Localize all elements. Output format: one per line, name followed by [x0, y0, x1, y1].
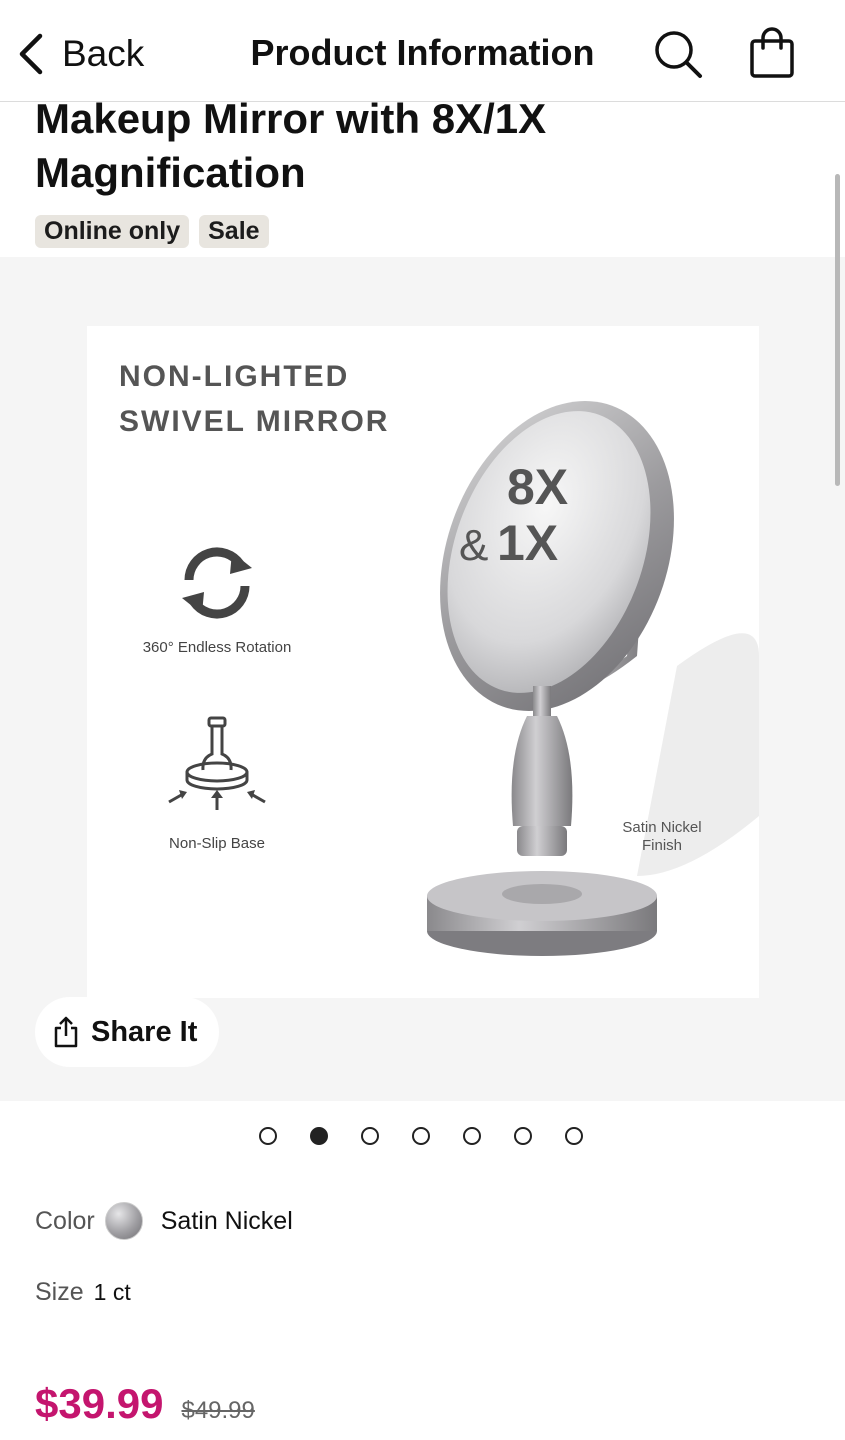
feature-rotation: 360° Endless Rotation	[127, 538, 307, 656]
shopping-bag-icon[interactable]	[747, 26, 797, 80]
finish-line-2: Finish	[641, 837, 682, 854]
product-title: Makeup Mirror with 8X/1X Magnification	[35, 95, 547, 196]
carousel-dot[interactable]	[514, 1127, 532, 1145]
non-slip-base-icon	[168, 716, 266, 810]
scrollbar-thumb[interactable]	[835, 174, 840, 486]
back-label: Back	[62, 33, 145, 74]
search-icon[interactable]	[652, 28, 704, 80]
online-only-badge: Online only	[35, 215, 190, 248]
mag-amp-text: &	[459, 521, 488, 570]
carousel-dot[interactable]	[361, 1127, 379, 1145]
swivel-mirror-illustration: 8X & 1X	[427, 401, 759, 956]
carousel-dot[interactable]	[565, 1127, 583, 1145]
headline-line-1: NON-LIGHTED	[119, 360, 350, 393]
badge-group: Online only Sale	[35, 215, 269, 248]
image-gallery[interactable]: NON-LIGHTED SWIVEL MIRROR 360° Endless R…	[0, 257, 845, 1101]
color-label: Color	[35, 1206, 95, 1235]
image-headline: NON-LIGHTED SWIVEL MIRROR	[119, 354, 389, 444]
carousel-dot[interactable]	[412, 1127, 430, 1145]
carousel-pagination	[259, 1127, 583, 1145]
finish-line-1: Satin Nickel	[622, 819, 702, 836]
scrollbar[interactable]	[835, 170, 841, 1370]
sale-price: $39.99	[35, 1380, 164, 1427]
share-icon	[54, 1016, 78, 1048]
page-title: Product Information	[250, 32, 595, 73]
top-nav-bar: Back Product Information	[0, 0, 845, 102]
carousel-dot[interactable]	[259, 1127, 277, 1145]
carousel-dot[interactable]	[310, 1127, 328, 1145]
non-slip-label: Non-Slip Base	[169, 835, 265, 852]
back-button[interactable]: Back	[14, 28, 144, 80]
headline-line-2: SWIVEL MIRROR	[119, 405, 390, 438]
chevron-left-icon	[19, 33, 43, 75]
share-label: Share It	[91, 1015, 198, 1048]
product-image: NON-LIGHTED SWIVEL MIRROR 360° Endless R…	[87, 326, 759, 998]
mag-top-text: 8X	[507, 459, 568, 515]
carousel-dot[interactable]	[463, 1127, 481, 1145]
rotate-icon	[182, 547, 252, 619]
color-option-row: Color Satin Nickel	[35, 1202, 293, 1240]
product-page: Back Product Information Makeup Mirror w…	[0, 0, 845, 1440]
feature-non-slip: Non-Slip Base	[127, 714, 307, 852]
size-value: 1 ct	[93, 1279, 131, 1305]
rotation-label: 360° Endless Rotation	[142, 639, 292, 656]
sale-badge: Sale	[199, 215, 269, 248]
finish-label: Satin Nickel Finish	[597, 819, 727, 855]
original-price: $49.99	[181, 1397, 255, 1424]
size-option-row: Size 1 ct	[35, 1278, 131, 1307]
price-row: $39.99 $49.99	[35, 1380, 255, 1428]
size-label: Size	[35, 1278, 84, 1306]
color-value: Satin Nickel	[160, 1206, 293, 1235]
mag-bottom-text: 1X	[497, 515, 558, 571]
share-button[interactable]: Share It	[35, 997, 219, 1067]
color-swatch[interactable]	[104, 1202, 143, 1240]
